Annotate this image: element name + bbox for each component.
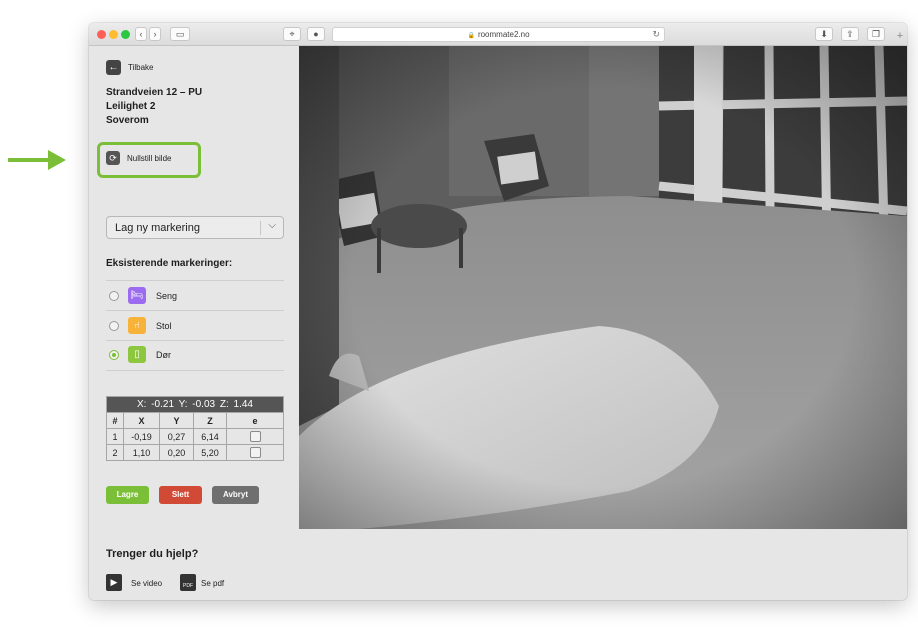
url-text: roommate2.no	[477, 30, 530, 39]
pdf-badge: PDF	[183, 583, 193, 589]
back-arrow-icon[interactable]: ←	[106, 60, 121, 75]
chair-icon: ⑁	[128, 317, 146, 334]
view-pdf-link[interactable]: Se pdf	[201, 579, 224, 588]
camera-image	[299, 46, 907, 529]
cell-y: 0,27	[159, 428, 194, 445]
sidebar: ← Tilbake Strandveien 12 – PU Leilighet …	[89, 46, 299, 600]
forward-nav-icon[interactable]: ›	[149, 27, 161, 41]
cell-index: 2	[106, 444, 124, 461]
cell-e	[226, 428, 284, 445]
marking-label-seng[interactable]: Seng	[156, 291, 177, 301]
marking-label-stol[interactable]: Stol	[156, 321, 172, 331]
cell-x: 1,10	[123, 444, 160, 461]
reload-icon[interactable]: ↻	[652, 28, 660, 41]
save-button[interactable]: Lagre	[106, 486, 149, 504]
column-header: Y	[159, 412, 194, 429]
location-address: Strandveien 12 – PU	[106, 87, 203, 98]
share-icon[interactable]: ⇪	[841, 27, 859, 41]
marking-label-dor[interactable]: Dør	[156, 350, 171, 360]
zoom-window-button[interactable]	[121, 30, 130, 39]
watch-video-link[interactable]: Se video	[131, 579, 162, 588]
back-link[interactable]: Tilbake	[128, 63, 154, 72]
tabs-overview-icon[interactable]: ❐	[867, 27, 885, 41]
browser-window: ‹ › ▭ ⌖ ● 🔒 roommate2.no ↻ ⬇ ⇪ ❐ + ← Tilb…	[89, 23, 907, 600]
row-checkbox[interactable]	[249, 447, 261, 459]
marking-radio-seng[interactable]	[109, 291, 119, 301]
play-video-icon[interactable]: ▶	[106, 574, 122, 591]
divider	[106, 340, 284, 341]
select-divider	[260, 221, 261, 235]
new-marking-select[interactable]: Lag ny markering ⌵	[106, 216, 284, 239]
column-header: #	[106, 412, 124, 429]
table-header-row: # X Y Z e	[106, 412, 284, 429]
new-marking-select-value: Lag ny markering	[115, 222, 200, 234]
cell-z: 5,20	[193, 444, 227, 461]
coordinate-table: X: -0.21 Y: -0.03 Z: 1.44 # X Y Z e 1 -0…	[106, 396, 284, 461]
cell-e	[226, 444, 284, 461]
highlight-arrow-icon	[8, 150, 66, 170]
help-title: Trenger du hjelp?	[106, 548, 199, 560]
divider	[106, 280, 284, 281]
back-nav-icon[interactable]: ‹	[135, 27, 147, 41]
column-header: X	[123, 412, 160, 429]
minimize-window-button[interactable]	[109, 30, 118, 39]
marking-radio-stol[interactable]	[109, 321, 119, 331]
cell-index: 1	[106, 428, 124, 445]
target-icon[interactable]: ⌖	[283, 27, 301, 41]
camera-view[interactable]	[299, 46, 907, 529]
chevron-down-icon: ⌵	[268, 220, 276, 231]
privacy-report-icon[interactable]: ●	[307, 27, 325, 41]
delete-button[interactable]: Slett	[159, 486, 202, 504]
lock-icon: 🔒	[467, 33, 475, 39]
refresh-icon[interactable]: ⟳	[106, 151, 120, 165]
downloads-icon[interactable]: ⬇	[815, 27, 833, 41]
cell-z: 6,14	[193, 428, 227, 445]
address-bar[interactable]: 🔒 roommate2.no ↻	[332, 27, 665, 42]
location-room: Soverom	[106, 115, 149, 126]
marking-radio-dor[interactable]	[109, 350, 119, 360]
table-row: 2 1,10 0,20 5,20	[106, 444, 284, 461]
row-checkbox[interactable]	[249, 431, 261, 443]
column-header: e	[226, 412, 284, 429]
divider	[106, 370, 284, 371]
table-row: 1 -0,19 0,27 6,14	[106, 428, 284, 445]
bed-icon: 🛏	[128, 287, 146, 304]
close-window-button[interactable]	[97, 30, 106, 39]
cancel-button[interactable]: Avbryt	[212, 486, 259, 504]
sidebar-toggle-icon[interactable]: ▭	[170, 27, 190, 41]
door-icon: ▯	[128, 346, 146, 363]
existing-markings-title: Eksisterende markeringer:	[106, 258, 233, 269]
browser-titlebar: ‹ › ▭ ⌖ ● 🔒 roommate2.no ↻ ⬇ ⇪ ❐ +	[89, 23, 907, 46]
new-tab-icon[interactable]: +	[893, 26, 907, 46]
cell-y: 0,20	[159, 444, 194, 461]
reset-image-button[interactable]: Nullstill bilde	[127, 154, 171, 163]
column-header: Z	[193, 412, 227, 429]
divider	[106, 310, 284, 311]
pdf-icon[interactable]: PDF	[180, 574, 196, 591]
location-unit: Leilighet 2	[106, 101, 156, 112]
cell-x: -0,19	[123, 428, 160, 445]
current-coordinate-readout: X: -0.21 Y: -0.03 Z: 1.44	[106, 396, 284, 413]
